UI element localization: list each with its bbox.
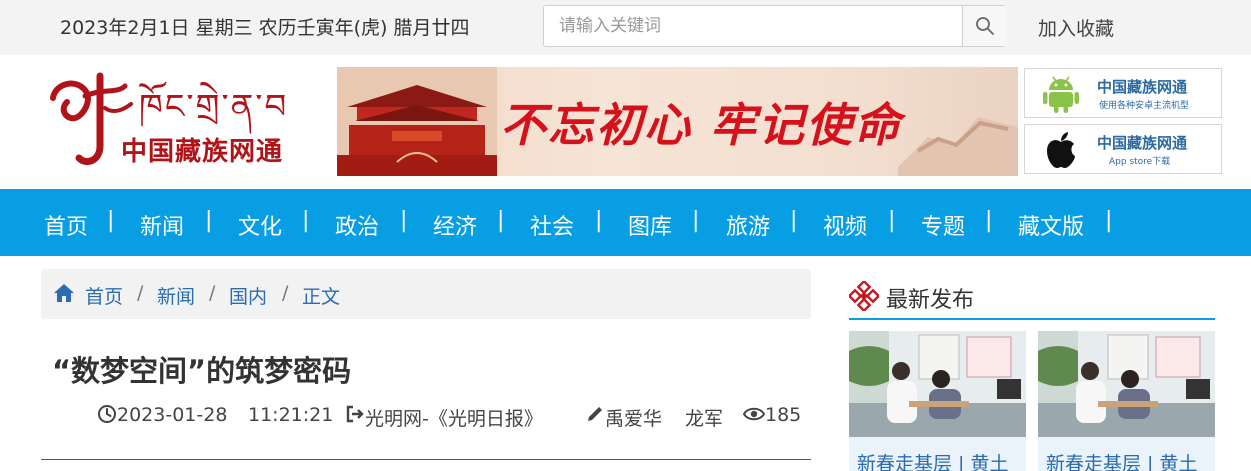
latest-section-title: 最新发布 [886, 288, 975, 313]
article-date: 2023-01-28 [117, 404, 228, 426]
tiananmen-illustration [337, 67, 497, 176]
site-logo[interactable]: ཁོང་གྲེ་ན་བ 中国藏族网通 [45, 68, 315, 168]
nav-separator: | [1105, 208, 1113, 233]
top-bar: 2023年2月1日 星期三 农历壬寅年(虎) 腊月廿四 加入收藏 [0, 0, 1251, 55]
logo-chinese-text: 中国藏族网通 [121, 137, 284, 167]
article-editor: 龙军 [685, 408, 724, 430]
breadcrumb-current: 正文 [302, 286, 341, 308]
nav-item-politics[interactable]: 政治 [335, 209, 379, 241]
search-box [543, 5, 1006, 47]
nav-separator: | [205, 208, 213, 233]
ios-app-name: 中国藏族网通 [1097, 134, 1188, 152]
nav-separator: | [400, 208, 408, 233]
nav-separator: | [985, 208, 993, 233]
breadcrumb-separator: / [137, 282, 144, 304]
clinic-photo [1038, 331, 1215, 437]
article-divider [41, 459, 811, 460]
ios-app-subtitle: App store下载 [1109, 157, 1171, 167]
android-app-download[interactable]: 中国藏族网通 使用各种安卓主流机型 [1024, 68, 1222, 118]
nav-separator: | [302, 208, 310, 233]
breadcrumb-home[interactable]: 首页 [85, 282, 123, 309]
great-wall-illustration [898, 117, 1018, 176]
android-icon [1043, 76, 1079, 113]
source-icon [346, 405, 364, 423]
home-icon[interactable] [53, 282, 75, 304]
search-icon [975, 17, 994, 35]
nav-separator: | [692, 208, 700, 233]
latest-card-caption[interactable]: 新春走基层 | 黄土 [849, 437, 1026, 471]
eye-icon [743, 407, 765, 421]
nav-separator: | [107, 208, 115, 233]
android-app-name: 中国藏族网通 [1097, 78, 1188, 96]
breadcrumb-separator: / [282, 282, 289, 304]
breadcrumb-domestic[interactable]: 国内 [229, 282, 267, 309]
search-button[interactable] [962, 6, 1006, 46]
nav-separator: | [497, 208, 505, 233]
nav-item-home[interactable]: 首页 [44, 209, 88, 241]
latest-card[interactable]: 新春走基层 | 黄土 [849, 331, 1026, 471]
date-text: 2023年2月1日 星期三 农历壬寅年(虎) 腊月廿四 [60, 17, 470, 39]
main-nav: 首页 | 新闻 | 文化 | 政治 | 经济 | 社会 | 图库 | 旅游 | … [0, 189, 1251, 256]
breadcrumb-news[interactable]: 新闻 [157, 282, 195, 309]
article-time: 11:21:21 [248, 404, 334, 426]
latest-card-caption[interactable]: 新春走基层 | 黄土 [1038, 437, 1215, 471]
breadcrumb: 首页 / 新闻 / 国内 / 正文 [41, 269, 811, 319]
nav-item-gallery[interactable]: 图库 [628, 209, 672, 241]
ornament-icon [849, 281, 879, 311]
latest-section-header: 最新发布 [849, 280, 1215, 320]
nav-separator: | [790, 208, 798, 233]
nav-separator: | [595, 208, 603, 233]
nav-item-travel[interactable]: 旅游 [726, 209, 770, 241]
header-banner[interactable]: 不忘初心 牢记使命 [337, 67, 1018, 176]
article-source: 光明网-《光明日报》 [365, 408, 543, 430]
add-favorite-link[interactable]: 加入收藏 [1038, 14, 1114, 41]
article-author: 禹爱华 [605, 408, 663, 430]
nav-item-news[interactable]: 新闻 [140, 209, 184, 241]
nav-item-culture[interactable]: 文化 [238, 209, 282, 241]
android-app-subtitle: 使用各种安卓主流机型 [1099, 101, 1190, 111]
clock-icon [98, 405, 116, 423]
nav-item-tibetan-version[interactable]: 藏文版 [1018, 209, 1084, 241]
banner-slogan: 不忘初心 牢记使命 [500, 98, 903, 152]
article-views: 185 [765, 404, 802, 426]
breadcrumb-separator: / [209, 282, 216, 304]
nav-item-economy[interactable]: 经济 [433, 209, 477, 241]
article-title: “数梦空间”的筑梦密码 [52, 354, 352, 388]
nav-item-video[interactable]: 视频 [823, 209, 867, 241]
nav-item-society[interactable]: 社会 [530, 209, 574, 241]
nav-item-topics[interactable]: 专题 [921, 209, 965, 241]
clinic-photo [849, 331, 1026, 437]
pencil-icon [588, 407, 602, 421]
search-input[interactable] [544, 6, 962, 46]
ios-app-download[interactable]: 中国藏族网通 App store下载 [1024, 124, 1222, 174]
latest-card[interactable]: 新春走基层 | 黄土 [1038, 331, 1215, 471]
nav-separator: | [888, 208, 896, 233]
apple-icon [1047, 132, 1075, 168]
